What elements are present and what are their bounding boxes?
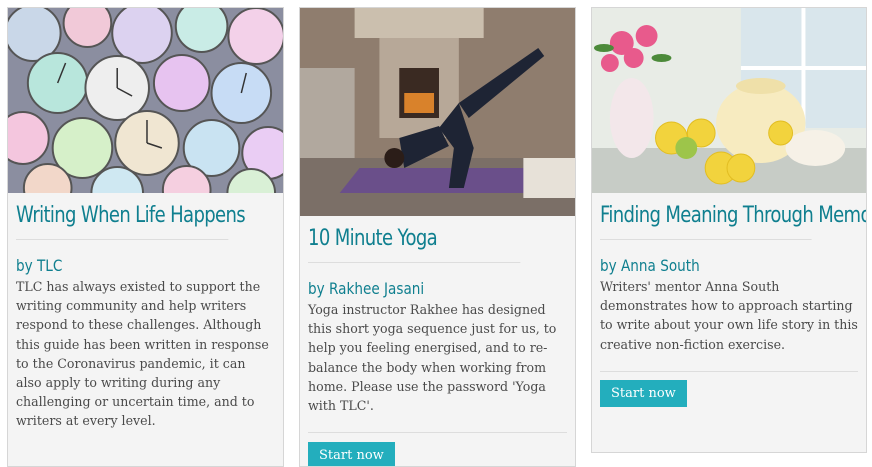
card-author: by Anna South [600, 256, 700, 275]
card-image-yoga[interactable] [300, 8, 575, 216]
article-card-finding-meaning-through-memoir: Finding Meaning Through Memoir by Anna S… [591, 7, 867, 453]
card-image-stopwatches[interactable] [8, 8, 283, 193]
card-title[interactable]: Finding Meaning Through Memoir [600, 193, 866, 240]
divider [600, 370, 858, 372]
article-card-10-minute-yoga: 10 Minute Yoga by Rakhee Jasani Yoga ins… [299, 7, 576, 467]
card-title[interactable]: 10 Minute Yoga [308, 216, 521, 263]
card-image-teapot[interactable] [592, 8, 866, 193]
card-description: Writers' mentor Anna South demonstrates … [600, 279, 858, 352]
card-author: by TLC [16, 256, 63, 275]
card-description: Yoga instructor Rakhee has designed this… [308, 302, 557, 414]
card-description: TLC has always existed to support the wr… [16, 279, 269, 429]
card-author: by Rakhee Jasani [308, 279, 425, 298]
card-title[interactable]: Writing When Life Happens [16, 193, 246, 240]
divider [308, 432, 567, 434]
article-card-writing-when-life-happens: Writing When Life Happens by TLC TLC has… [7, 7, 284, 467]
start-now-button[interactable]: Start now [600, 379, 687, 407]
